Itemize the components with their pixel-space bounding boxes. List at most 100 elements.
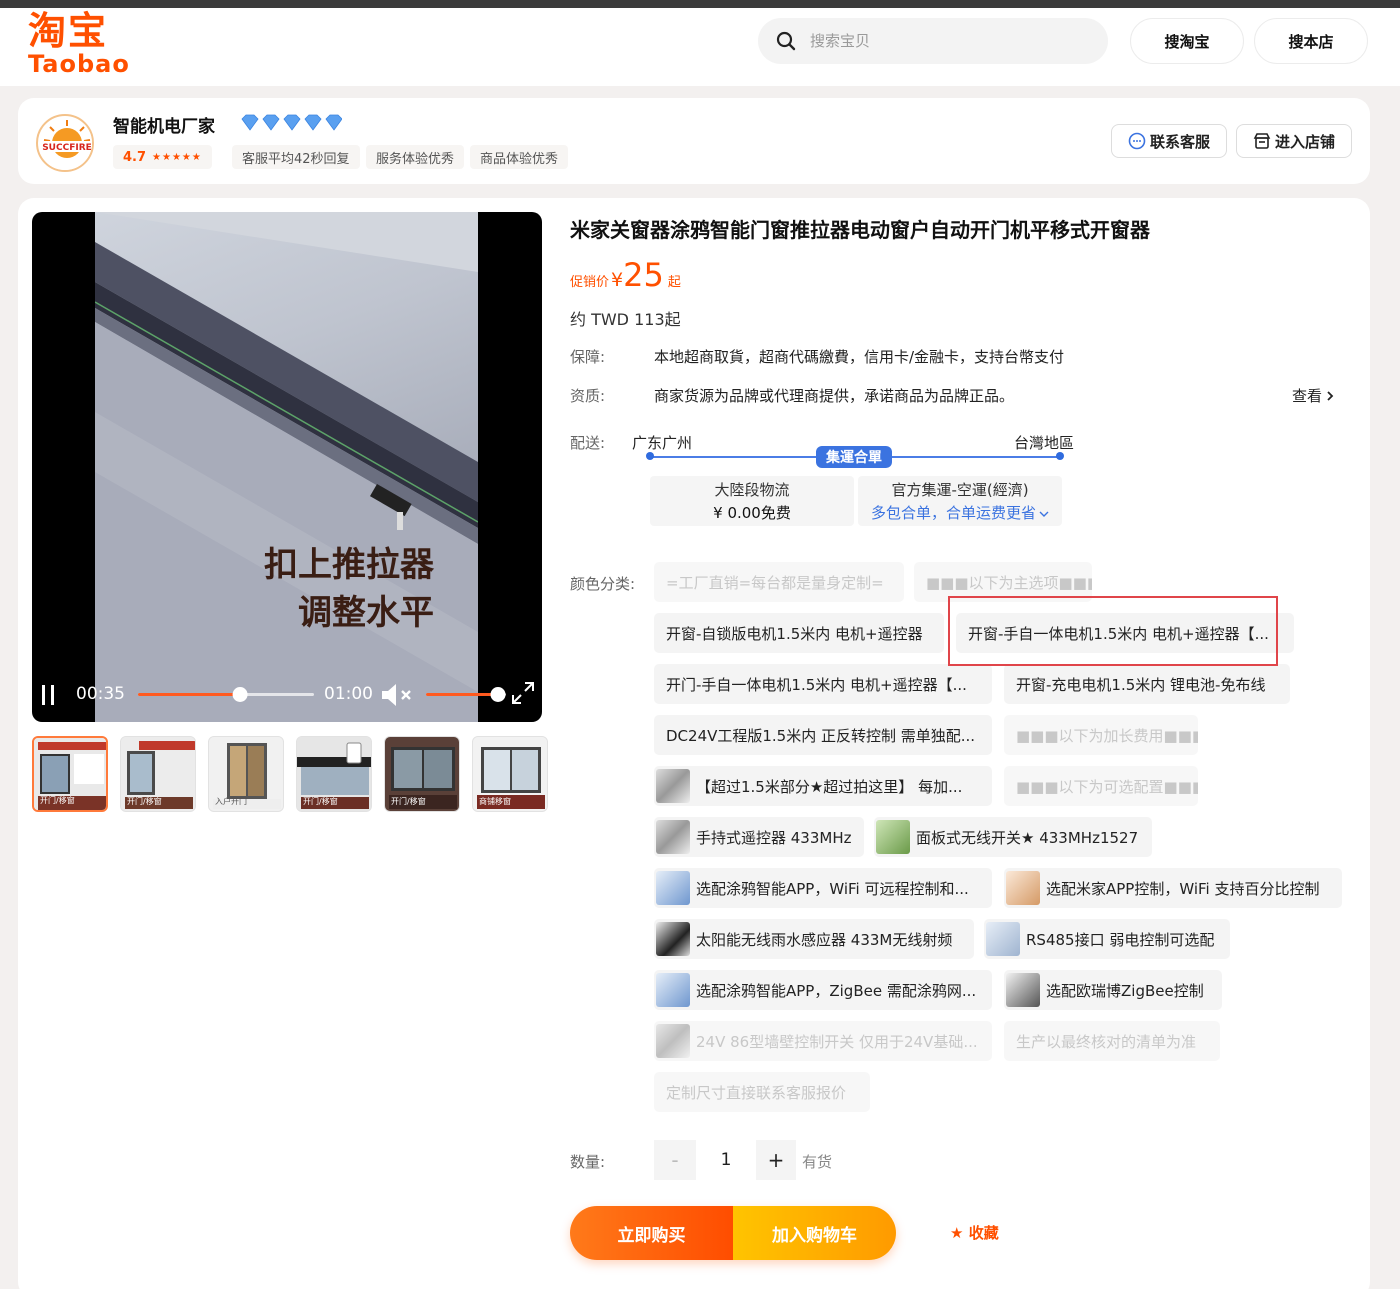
quantity-decrease-button[interactable]: - [654,1140,696,1180]
option-dc24v[interactable]: DC24V工程版1.5米内 正反转控制 需单独配... [654,715,992,755]
mainland-logistics-box: 大陸段物流 ¥ 0.00免费 [650,476,854,526]
option-rechargeable-window[interactable]: 开窗-充电电机1.5米内 锂电池-免布线 [1004,664,1290,704]
consolidation-badge: 集運合單 [816,446,892,468]
option-label: 面板式无线开关★ 433MHz1527 [916,828,1139,847]
video-progress-knob[interactable] [232,687,248,702]
shop-level-diamonds [240,114,342,132]
enter-store-button[interactable]: 进入店铺 [1236,124,1352,158]
star-icon: ★ [950,1224,964,1242]
ship-from[interactable]: 广东广州 [632,432,692,453]
thumbnail-5[interactable]: 开门/移窗 [384,736,460,812]
diamond-icon [241,114,342,131]
twd-price: 约 TWD 113起 [570,310,681,329]
buy-now-button[interactable]: 立即购买 [570,1206,733,1260]
fullscreen-icon[interactable] [510,680,536,706]
option-main-divider: ■■■以下为主选项■■■ [914,562,1092,602]
option-extra-length[interactable]: 【超过1.5米部分★超过拍这里】 每加... [654,766,992,806]
search-taobao-button[interactable]: 搜淘宝 [1130,18,1244,64]
view-label: 查看 [1292,387,1323,405]
consolidated-shipping-title: 官方集運-空運(經濟) [891,481,1029,499]
option-mijia-wifi[interactable]: 选配米家APP控制，WiFi 支持百分比控制 [1004,868,1342,908]
pause-icon[interactable] [40,684,58,706]
option-label: 选配涂鸦智能APP，WiFi 可远程控制和... [696,879,969,898]
ship-end-dot [1056,452,1064,460]
ship-to[interactable]: 台灣地區 [1014,432,1074,453]
favorite-button[interactable]: ★ 收藏 [950,1222,999,1243]
search-store-button[interactable]: 搜本店 [1254,18,1368,64]
option-label: 24V 86型墙壁控制开关 仅用于24V基础... [696,1032,978,1051]
product-video[interactable]: 扣上推拉器 调整水平 00:35 01:00 [32,212,542,722]
logo-cn: 淘宝 [28,9,109,53]
option-tuya-zigbee[interactable]: 选配涂鸦智能APP，ZigBee 需配涂鸦网... [654,970,992,1010]
price-label: 促销价 [570,275,610,290]
quantity-input[interactable]: 1 [700,1140,752,1180]
shop-logo-image: SUCCFIRE [40,118,92,170]
shipping-label: 配送: [570,434,606,452]
rating-number: 4.7 [123,149,147,165]
mainland-logistics-fee: ¥ 0.00免费 [713,504,791,522]
site-header: 淘宝 Taobao 搜淘宝 搜本店 [0,8,1400,86]
video-controls: 00:35 01:00 [32,670,542,720]
volume-knob[interactable] [490,687,506,702]
option-manual-auto-window[interactable]: 开窗-手自一体电机1.5米内 电机+遥控器【... [956,613,1294,653]
thumbnail-2[interactable]: 开门/移窗 [120,736,196,812]
option-rain-sensor[interactable]: 太阳能无线雨水感应器 433M无线射频 [654,919,974,959]
option-thumbnail-icon [1006,871,1040,905]
shop-rating: 4.7 ★★★★★ [113,145,212,169]
video-progress-bar[interactable] [138,684,314,706]
option-panel-switch[interactable]: 面板式无线开关★ 433MHz1527 [874,817,1152,857]
shop-tag-experience: 服务体验优秀 [366,145,465,169]
add-to-cart-button[interactable]: 加入购物车 [733,1206,896,1260]
contact-service-button[interactable]: 联系客服 [1111,124,1227,158]
thumbnail-6[interactable]: 商铺移窗 [472,736,548,812]
consolidated-shipping-desc: 多包合单，合单运费更省 [870,504,1036,522]
option-custom-size-note: 定制尺寸直接联系客服报价 [654,1072,870,1112]
video-duration: 01:00 [324,684,373,704]
volume-muted-icon[interactable] [380,682,414,708]
favorite-label: 收藏 [968,1224,999,1242]
thumbnail-label: 商铺移窗 [479,797,511,806]
consolidated-shipping-link[interactable]: 多包合单，合单运费更省 [858,502,1062,525]
video-frame: 扣上推拉器 调整水平 [95,212,478,722]
thumbnail-3[interactable]: 入户开门 [208,736,284,812]
color-label: 颜色分类: [570,575,636,593]
shop-name[interactable]: 智能机电厂家 [113,112,215,137]
option-tuya-wifi[interactable]: 选配涂鸦智能APP，WiFi 可远程控制和... [654,868,992,908]
volume-slider[interactable] [426,684,506,706]
thumbnail-label: 入户开门 [215,797,247,806]
taobao-logo[interactable]: 淘宝 Taobao [28,9,129,80]
option-factory-note: =工厂直销=每台都是量身定制= [654,562,904,602]
option-orvibo-zigbee[interactable]: 选配欧瑞博ZigBee控制 [1004,970,1222,1010]
video-scene-image [95,212,478,722]
option-thumbnail-icon [656,922,690,956]
rating-stars-icon: ★★★★★ [152,151,202,163]
option-thumbnail-icon [656,973,690,1007]
option-label: 【超过1.5米部分★超过拍这里】 每加... [696,777,963,796]
thumbnail-label: 开门/移窗 [40,796,75,805]
option-remote-433[interactable]: 手持式遥控器 433MHz [654,817,864,857]
product-card: 扣上推拉器 调整水平 00:35 01:00 开门/移窗 开门/移窗 入户开门 … [18,198,1370,1289]
price-value: 25 [623,256,664,294]
consolidated-shipping-box[interactable]: 官方集運-空運(經濟) 多包合单，合单运费更省 [858,476,1062,526]
shop-bar: SUCCFIRE 智能机电厂家 4.7 ★★★★★ 客服平均42秒回复 服务体验… [18,98,1370,184]
option-manual-auto-door[interactable]: 开门-手自一体电机1.5米内 电机+遥控器【... [654,664,992,704]
stock-status: 有货 [802,1153,833,1171]
price-currency: ¥ [611,269,624,291]
quality-text: 商家货源为品牌或代理商提供，承诺商品为品牌正品。 [654,387,1015,405]
option-self-lock-window[interactable]: 开窗-自锁版电机1.5米内 电机+遥控器 [654,613,944,653]
thumbnail-4[interactable]: 开门/移窗 [296,736,372,812]
search-input[interactable] [810,26,1090,56]
quantity-increase-button[interactable]: + [756,1140,796,1180]
thumbnail-1[interactable]: 开门/移窗 [32,736,108,812]
option-label: 选配米家APP控制，WiFi 支持百分比控制 [1046,879,1320,898]
search-box[interactable] [758,18,1108,64]
price-row: 促销价 ¥ 25 起 [570,256,681,294]
option-rs485[interactable]: RS485接口 弱电控制可选配 [984,919,1230,959]
option-config-divider: ■■■以下为可选配置■■■ [1004,766,1198,806]
video-progress-fill [138,693,241,696]
view-qualification-link[interactable]: 查看 [1292,385,1334,406]
shop-logo[interactable]: SUCCFIRE [36,114,94,172]
volume-fill [426,693,498,696]
option-thumbnail-icon [1006,973,1040,1007]
purchase-buttons: 立即购买 加入购物车 [570,1206,896,1260]
